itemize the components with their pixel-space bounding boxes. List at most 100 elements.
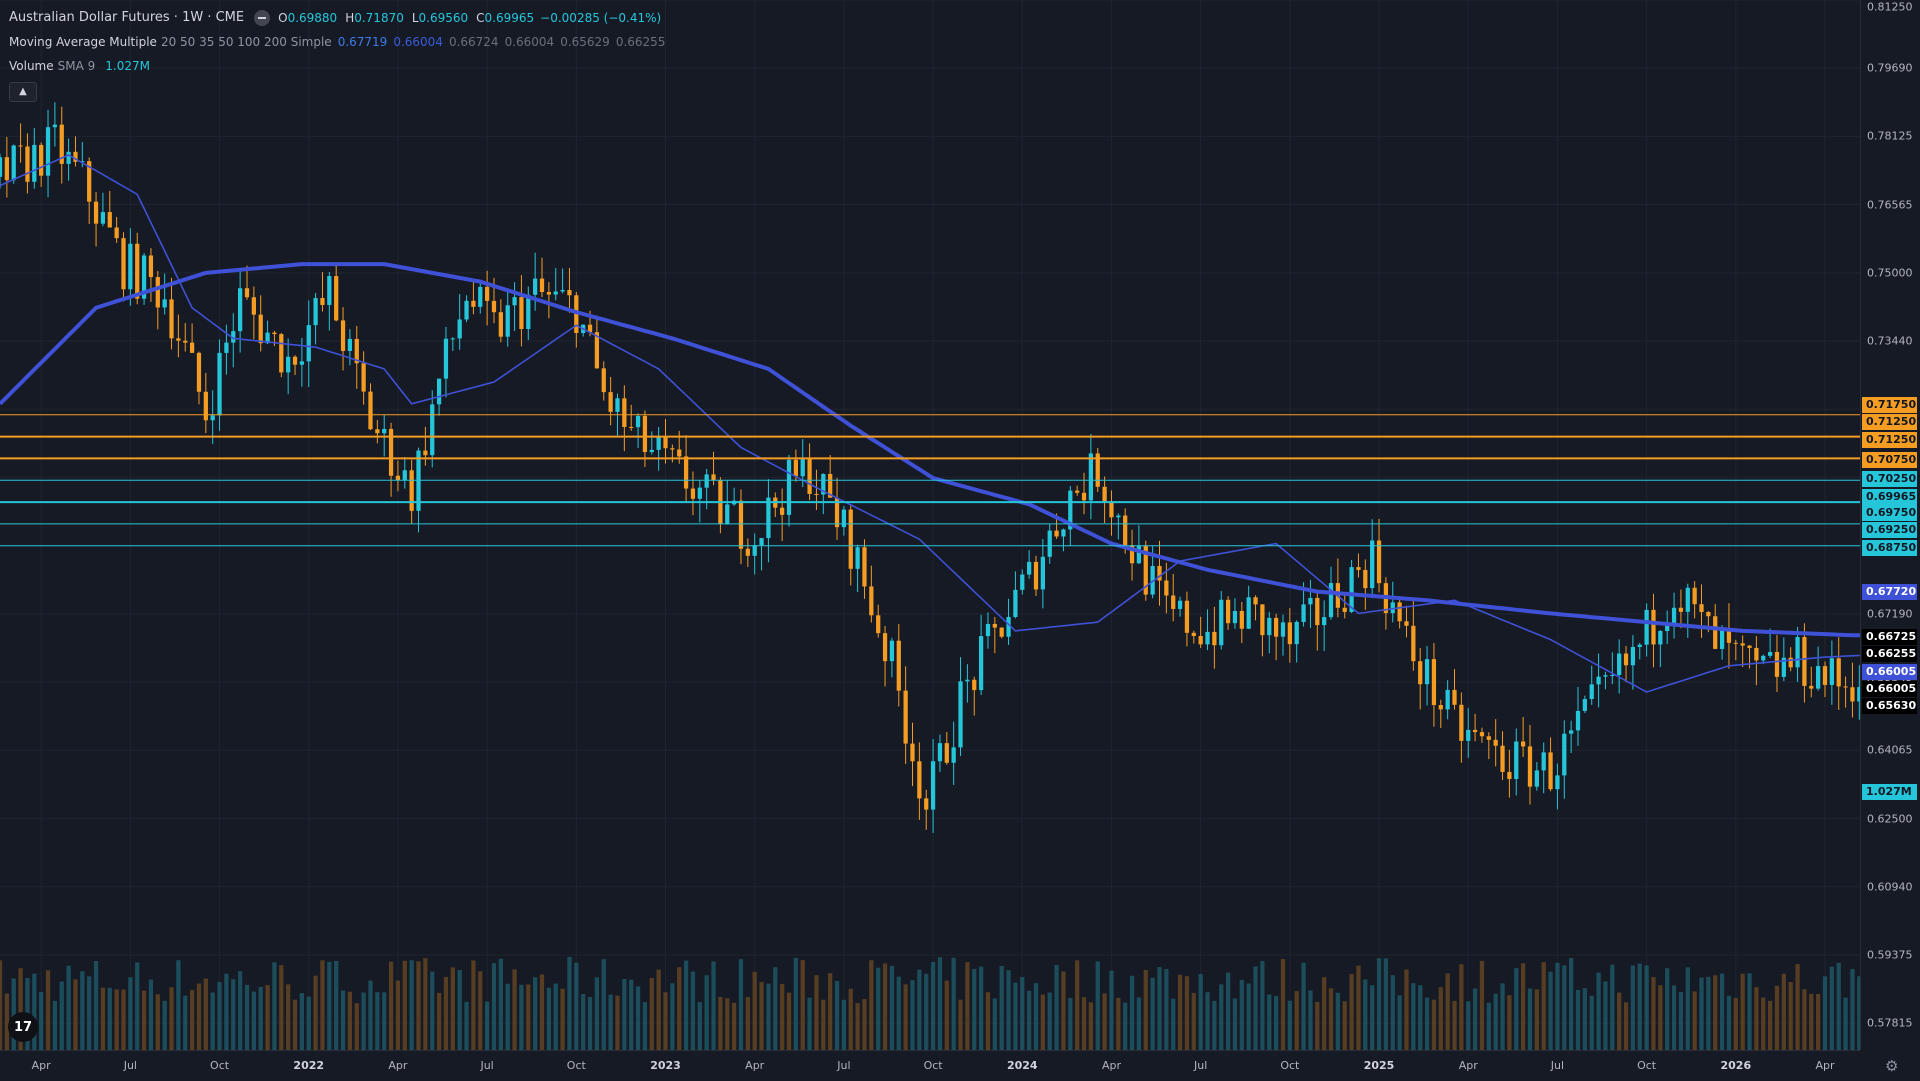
volume-bar — [951, 957, 956, 1050]
price-tick-label: 0.59375 — [1867, 948, 1913, 962]
candle-body — [1816, 666, 1821, 689]
candle-body — [1033, 561, 1039, 590]
candle-body — [896, 640, 901, 691]
volume-indicator-params: SMA 9 — [57, 59, 96, 73]
candle-body — [402, 470, 407, 481]
volume-bar — [759, 982, 764, 1050]
volume-bar — [1809, 993, 1814, 1050]
volume-bar — [1033, 983, 1039, 1050]
volume-bar — [148, 979, 154, 1050]
volume-bar — [1109, 970, 1114, 1050]
symbol-title[interactable]: Australian Dollar Futures · 1W · CME — [9, 6, 244, 30]
volume-bar — [1459, 964, 1464, 1050]
volume-bar — [244, 984, 250, 1050]
volume-bar — [238, 971, 243, 1050]
candle-body — [1644, 609, 1649, 645]
moving-average-line — [0, 262, 1860, 638]
time-tick-label: Apr — [31, 1059, 51, 1072]
volume-bar — [862, 999, 867, 1050]
ohlc-key: H — [345, 11, 355, 25]
candle-body — [1466, 729, 1471, 741]
gear-icon[interactable]: ⚙ — [1885, 1057, 1898, 1075]
candle-body — [1212, 631, 1217, 646]
volume-bar — [505, 983, 510, 1050]
candle-body — [1603, 675, 1608, 677]
candle-body — [690, 488, 696, 499]
candle-body — [1479, 732, 1485, 737]
volume-bar — [773, 967, 778, 1050]
time-tick-label: Oct — [1280, 1059, 1300, 1072]
candle-body — [1843, 686, 1848, 688]
price-axis-label: 0.66005 — [1862, 664, 1917, 680]
price-axis-label: 0.70250 — [1862, 471, 1917, 487]
candle-body — [704, 474, 709, 488]
volume-bar — [73, 979, 78, 1050]
volume-bar — [1143, 969, 1148, 1050]
volume-bar — [828, 973, 833, 1050]
chart-area[interactable] — [0, 0, 1860, 1050]
candle-body — [615, 398, 620, 412]
volume-bar — [670, 983, 675, 1050]
candle-body — [745, 548, 750, 556]
candle-body — [1061, 529, 1066, 537]
price-axis-label: 1.027M — [1862, 784, 1917, 800]
candle-body — [224, 342, 229, 353]
volume-bar — [972, 968, 977, 1050]
candle-body — [1596, 676, 1601, 685]
volume-indicator-name[interactable]: Volume — [9, 54, 54, 78]
volume-bar — [93, 960, 99, 1050]
candle-body — [313, 298, 318, 326]
candle-body — [286, 356, 291, 373]
volume-bar — [1603, 981, 1608, 1050]
candle-body — [553, 291, 558, 295]
volume-bar — [924, 973, 929, 1050]
volume-bar — [992, 998, 997, 1050]
candle-body — [279, 334, 284, 373]
volume-bar — [279, 965, 284, 1050]
candle-body — [1239, 611, 1244, 629]
time-tick-label: 2026 — [1720, 1059, 1752, 1072]
price-tick-label: 0.79690 — [1867, 61, 1913, 75]
candle-body — [1116, 515, 1121, 518]
candle-body — [382, 428, 387, 434]
candle-body — [951, 747, 956, 763]
volume-bar — [1795, 964, 1800, 1050]
ma-indicator-name[interactable]: Moving Average Multiple — [9, 30, 157, 54]
candle-body — [1020, 574, 1025, 590]
volume-bar — [1445, 973, 1450, 1050]
volume-bar — [1582, 988, 1587, 1050]
time-tick-label: Jul — [480, 1059, 494, 1072]
candle-body — [334, 276, 339, 321]
price-tick-label: 0.78125 — [1867, 129, 1913, 143]
price-axis[interactable]: 0.81250 0.79690 0.78125 0.76565 0.75000 0.734… — [1860, 0, 1920, 1050]
volume-bar — [251, 991, 256, 1050]
tradingview-logo[interactable]: 17 — [8, 1012, 38, 1042]
volume-bar — [1617, 992, 1622, 1050]
price-axis-label: 0.69750 — [1862, 505, 1917, 521]
candlestick-chart[interactable] — [0, 0, 1860, 1050]
chevron-up-icon[interactable]: ▲ — [9, 82, 37, 102]
volume-bar — [896, 976, 901, 1050]
candle-body — [1829, 658, 1834, 685]
candle-body — [814, 493, 819, 495]
candle-body — [725, 504, 730, 525]
volume-bar — [1555, 962, 1560, 1050]
price-axis-label: 0.66255 — [1862, 646, 1917, 662]
volume-bar — [0, 960, 3, 1050]
volume-bar — [1610, 964, 1615, 1050]
candle-body — [1274, 617, 1279, 637]
volume-bar — [464, 1001, 469, 1050]
candle-body — [1438, 705, 1443, 710]
volume-bar — [1061, 971, 1066, 1050]
volume-value: 1.027M — [105, 59, 150, 73]
candle-body — [1699, 604, 1704, 612]
time-tick-label: 2025 — [1363, 1059, 1395, 1072]
volume-bar — [306, 996, 311, 1050]
volume-bar — [45, 970, 51, 1050]
volume-bar — [635, 986, 641, 1050]
candle-body — [1514, 741, 1519, 780]
volume-bar — [546, 987, 551, 1050]
candle-body — [1431, 659, 1437, 706]
minus-icon[interactable] — [254, 10, 271, 26]
time-axis[interactable]: Apr Jul Oct 2022 Apr Jul Oct 2023 Apr Jul Oct 2024 A… — [0, 1050, 1860, 1081]
